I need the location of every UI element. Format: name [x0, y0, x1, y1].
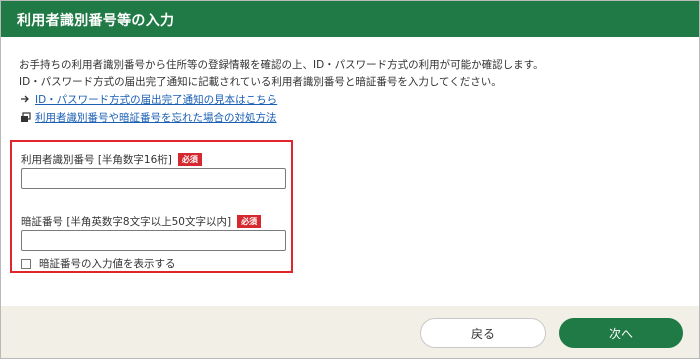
show-pin-label: 暗証番号の入力値を表示する: [39, 258, 176, 270]
user-id-label-text: 利用者識別番号 [半角数字16桁]: [21, 154, 172, 166]
dialog-title: 利用者識別番号等の入力: [17, 13, 175, 29]
back-button[interactable]: 戻る: [420, 318, 546, 348]
required-badge: 必須: [237, 215, 262, 228]
user-id-input[interactable]: [21, 168, 286, 189]
dialog-header: 利用者識別番号等の入力: [1, 1, 699, 37]
next-button[interactable]: 次へ: [559, 318, 683, 348]
show-pin-toggle[interactable]: 暗証番号の入力値を表示する: [21, 256, 176, 271]
description-line-2: ID・パスワード方式の届出完了通知に記載されている利用者識別番号と暗証番号を入力…: [19, 76, 502, 88]
credential-form: 利用者識別番号 [半角数字16桁] 必須 暗証番号 [半角英数字8文字以上50文字…: [10, 140, 293, 273]
sample-notice-link[interactable]: ID・パスワード方式の届出完了通知の見本はこちら: [19, 92, 277, 106]
user-id-label: 利用者識別番号 [半角数字16桁] 必須: [21, 152, 202, 167]
dialog-footer: 戻る 次へ: [1, 306, 699, 358]
dialog: 利用者識別番号等の入力 お手持ちの利用者識別番号から住所等の登録情報を確認の上、…: [0, 0, 700, 359]
external-window-icon: [19, 111, 31, 123]
pin-label: 暗証番号 [半角英数字8文字以上50文字以内] 必須: [21, 214, 262, 229]
pin-input[interactable]: [21, 230, 286, 251]
forgot-credentials-link[interactable]: 利用者識別番号や暗証番号を忘れた場合の対処方法: [19, 110, 277, 124]
forgot-credentials-link-label[interactable]: 利用者識別番号や暗証番号を忘れた場合の対処方法: [35, 110, 277, 125]
description-line-1: お手持ちの利用者識別番号から住所等の登録情報を確認の上、ID・パスワード方式の利…: [19, 59, 544, 71]
show-pin-checkbox[interactable]: [21, 258, 31, 269]
required-badge: 必須: [177, 153, 202, 166]
arrow-right-icon: [19, 94, 31, 104]
pin-label-text: 暗証番号 [半角英数字8文字以上50文字以内]: [21, 216, 232, 228]
sample-notice-link-label[interactable]: ID・パスワード方式の届出完了通知の見本はこちら: [35, 92, 277, 107]
